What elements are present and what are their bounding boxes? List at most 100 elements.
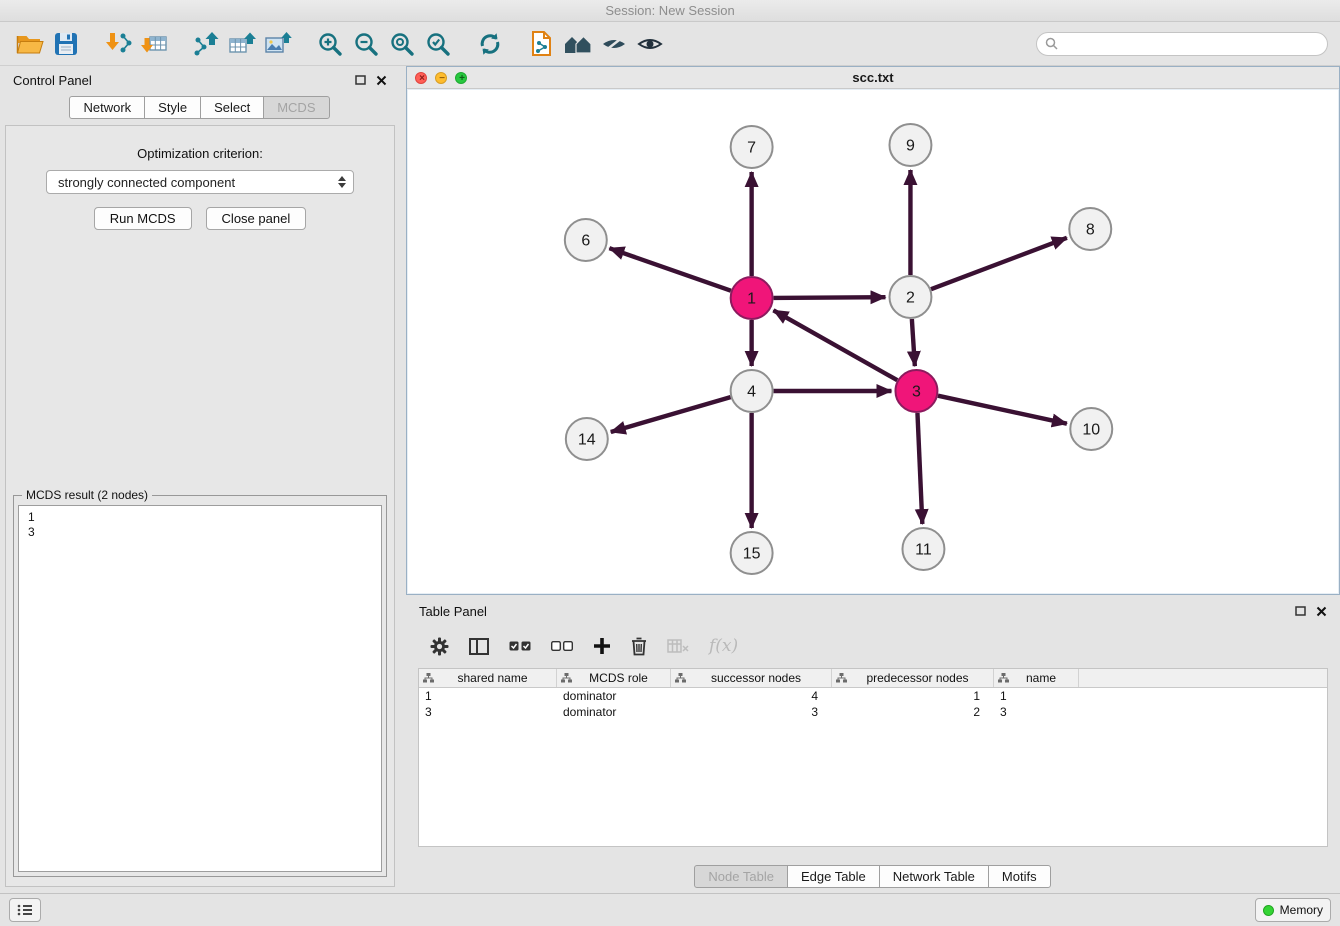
graph-edge-2-8[interactable]: [931, 238, 1067, 289]
task-history-button[interactable]: [9, 898, 41, 922]
tab-network-table[interactable]: Network Table: [879, 865, 989, 888]
float-panel-icon[interactable]: [355, 75, 366, 85]
graph-node-7[interactable]: 7: [731, 126, 773, 168]
zoom-selected-button[interactable]: [420, 26, 456, 62]
tab-network[interactable]: Network: [69, 96, 145, 119]
graph-edge-2-3[interactable]: [912, 319, 915, 366]
list-icon: [17, 904, 33, 916]
graph-node-3[interactable]: 3: [895, 370, 937, 412]
tab-select[interactable]: Select: [200, 96, 264, 119]
export-network-button[interactable]: [188, 26, 224, 62]
import-table-button[interactable]: [136, 26, 172, 62]
graph-node-14[interactable]: 14: [566, 418, 608, 460]
cell-name[interactable]: 1: [994, 688, 1079, 704]
document-network-button[interactable]: [524, 26, 560, 62]
export-image-button[interactable]: [260, 26, 296, 62]
network-view-window: scc.txt 7 9 6 8: [406, 66, 1340, 595]
window-close-icon[interactable]: [415, 72, 427, 84]
network-canvas[interactable]: 7 9 6 8 1 2 4 3 14 10 15 11: [407, 89, 1339, 594]
memory-label: Memory: [1280, 903, 1323, 917]
graph-node-6[interactable]: 6: [565, 219, 607, 261]
graph-edge-3-10[interactable]: [938, 396, 1067, 424]
show-columns-button[interactable]: [469, 638, 489, 655]
network-graph[interactable]: 7 9 6 8 1 2 4 3 14 10 15 11: [407, 89, 1339, 594]
hide-details-button[interactable]: [596, 26, 632, 62]
cell-predecessor-nodes[interactable]: 2: [832, 704, 994, 720]
column-header-shared-name[interactable]: shared name: [419, 669, 557, 687]
cell-shared-name[interactable]: 3: [419, 704, 557, 720]
run-mcds-button[interactable]: Run MCDS: [94, 207, 192, 230]
tab-node-table[interactable]: Node Table: [694, 865, 788, 888]
gear-icon: [430, 637, 449, 656]
float-table-panel-icon[interactable]: [1295, 606, 1306, 616]
optimization-criterion-select[interactable]: strongly connected component: [46, 170, 354, 194]
unchecked-boxes-icon: [551, 641, 573, 651]
export-table-button[interactable]: [224, 26, 260, 62]
graph-node-9[interactable]: 9: [889, 124, 931, 166]
delete-table-icon: [667, 638, 689, 654]
zoom-fit-button[interactable]: [384, 26, 420, 62]
graph-node-11[interactable]: 11: [902, 528, 944, 570]
column-grip-icon: [998, 673, 1009, 683]
graph-edge-1-2[interactable]: [774, 297, 886, 298]
graph-node-15[interactable]: 15: [731, 532, 773, 574]
cell-mcds-role[interactable]: dominator: [557, 704, 671, 720]
zoom-fit-icon: [389, 31, 415, 57]
control-panel-tabs: Network Style Select MCDS: [0, 94, 400, 123]
column-header-predecessor-nodes[interactable]: predecessor nodes: [832, 669, 994, 687]
cell-predecessor-nodes[interactable]: 1: [832, 688, 994, 704]
two-houses-button[interactable]: [560, 26, 596, 62]
tab-edge-table[interactable]: Edge Table: [787, 865, 880, 888]
table-panel: Table Panel: [406, 598, 1340, 893]
delete-column-button[interactable]: [631, 637, 647, 656]
graph-edge-1-6[interactable]: [609, 248, 730, 291]
create-column-button[interactable]: [593, 637, 611, 655]
graph-node-1[interactable]: 1: [731, 277, 773, 319]
graph-node-label: 11: [915, 541, 932, 558]
window-minimize-icon[interactable]: [435, 72, 447, 84]
column-header-filler: [1079, 669, 1327, 687]
graph-node-2[interactable]: 2: [889, 276, 931, 318]
close-panel-icon[interactable]: [376, 75, 387, 86]
import-network-button[interactable]: [100, 26, 136, 62]
select-all-columns-button[interactable]: [509, 641, 531, 651]
cell-name[interactable]: 3: [994, 704, 1079, 720]
cell-successor-nodes[interactable]: 4: [671, 688, 832, 704]
mcds-result-list[interactable]: 1 3: [18, 505, 382, 872]
tab-mcds[interactable]: MCDS: [263, 96, 329, 119]
cell-mcds-role[interactable]: dominator: [557, 688, 671, 704]
network-window-titlebar: scc.txt: [407, 67, 1339, 89]
unselect-all-columns-button[interactable]: [551, 641, 573, 651]
window-maximize-icon[interactable]: [455, 72, 467, 84]
column-header-successor-nodes[interactable]: successor nodes: [671, 669, 832, 687]
table-toolbar: f(x): [406, 624, 1340, 668]
open-session-button[interactable]: [12, 26, 48, 62]
save-session-button[interactable]: [48, 26, 84, 62]
mcds-panel: Optimization criterion: strongly connect…: [5, 125, 395, 887]
refresh-icon: [478, 32, 502, 56]
cell-successor-nodes[interactable]: 3: [671, 704, 832, 720]
refresh-layout-button[interactable]: [472, 26, 508, 62]
table-settings-button[interactable]: [430, 637, 449, 656]
close-table-panel-icon[interactable]: [1316, 606, 1327, 617]
graph-edge-3-1[interactable]: [773, 310, 897, 380]
graph-node-10[interactable]: 10: [1070, 408, 1112, 450]
column-header-name[interactable]: name: [994, 669, 1079, 687]
title-bar: Session: New Session: [0, 0, 1340, 22]
graph-node-8[interactable]: 8: [1069, 208, 1111, 250]
graph-edge-3-11[interactable]: [917, 413, 922, 524]
mcds-result-item[interactable]: 1: [28, 510, 372, 525]
graph-edge-4-14[interactable]: [611, 397, 731, 432]
mcds-result-item[interactable]: 3: [28, 525, 372, 540]
memory-button[interactable]: Memory: [1255, 898, 1331, 922]
cell-shared-name[interactable]: 1: [419, 688, 557, 704]
zoom-out-button[interactable]: [348, 26, 384, 62]
search-input[interactable]: [1063, 37, 1319, 51]
tab-motifs[interactable]: Motifs: [988, 865, 1051, 888]
column-header-mcds-role[interactable]: MCDS role: [557, 669, 671, 687]
show-details-button[interactable]: [632, 26, 668, 62]
tab-style[interactable]: Style: [144, 96, 201, 119]
close-panel-button[interactable]: Close panel: [206, 207, 307, 230]
graph-node-4[interactable]: 4: [731, 370, 773, 412]
zoom-in-button[interactable]: [312, 26, 348, 62]
